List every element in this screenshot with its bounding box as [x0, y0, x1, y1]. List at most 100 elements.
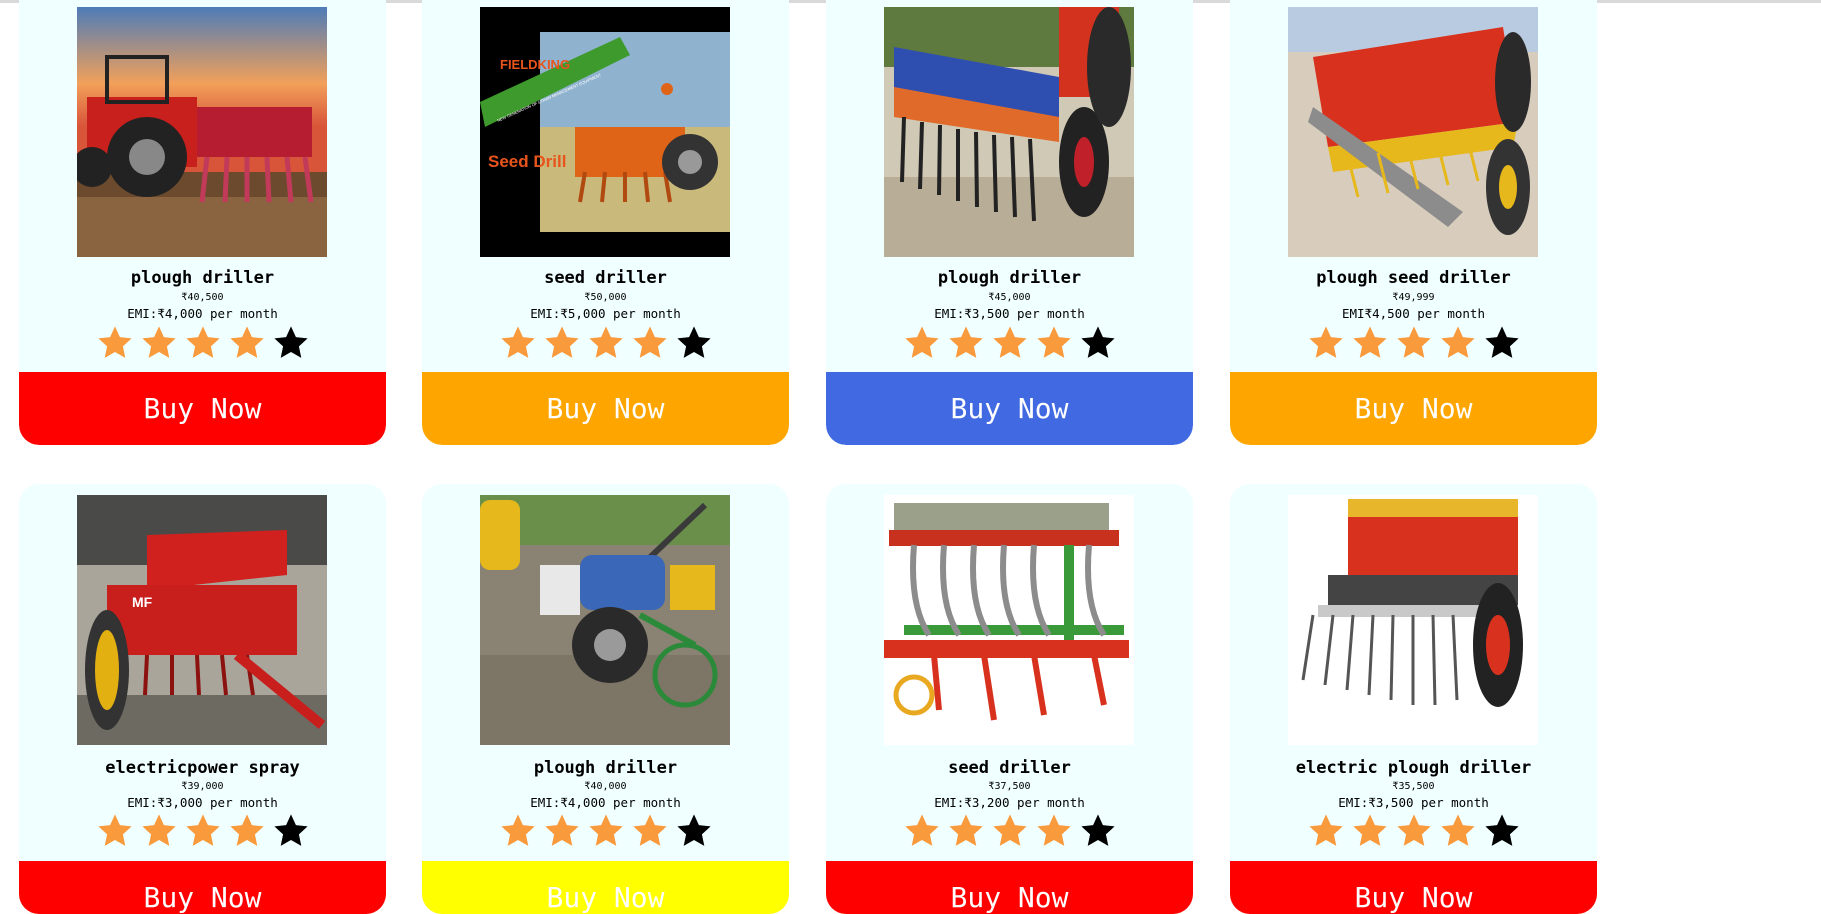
- product-card: MF electricpower spray ₹39,000 EMI:₹3,00…: [19, 484, 386, 914]
- star-filled-icon: [544, 326, 579, 358]
- product-emi: EMI:₹5,000 per month: [530, 306, 681, 321]
- star-filled-icon: [1352, 814, 1387, 846]
- product-image: [1288, 7, 1538, 257]
- buy-now-button[interactable]: Buy Now: [1230, 372, 1597, 445]
- star-rating: [826, 324, 1193, 362]
- product-price: ₹40,000: [584, 781, 627, 792]
- star-empty-icon: [1484, 326, 1519, 358]
- star-filled-icon: [632, 326, 667, 358]
- product-price: ₹49,999: [1392, 292, 1435, 303]
- buy-now-button[interactable]: Buy Now: [826, 861, 1193, 914]
- product-price: ₹50,000: [584, 292, 627, 303]
- star-filled-icon: [229, 326, 264, 358]
- star-filled-icon: [185, 814, 220, 846]
- product-name: plough driller: [533, 758, 678, 778]
- star-rating: [826, 812, 1193, 850]
- product-image: [1288, 495, 1538, 745]
- star-filled-icon: [97, 326, 132, 358]
- star-filled-icon: [588, 326, 623, 358]
- product-emi: EMI:₹3,200 per month: [934, 795, 1085, 810]
- star-empty-icon: [1484, 814, 1519, 846]
- star-filled-icon: [1036, 326, 1071, 358]
- product-emi: EMI:₹4,000 per month: [127, 306, 278, 321]
- buy-now-button[interactable]: Buy Now: [19, 372, 386, 445]
- buy-now-button[interactable]: Buy Now: [422, 372, 789, 445]
- product-price: ₹37,500: [988, 781, 1031, 792]
- product-image: MF: [77, 495, 327, 745]
- star-filled-icon: [544, 814, 579, 846]
- product-image: FIELDKING NEW GENERATION OF STRAW MANAGE…: [480, 7, 730, 257]
- product-name: seed driller: [948, 758, 1071, 778]
- image-caption: Seed Drill: [488, 152, 566, 171]
- star-empty-icon: [1080, 814, 1115, 846]
- star-rating: [422, 812, 789, 850]
- star-filled-icon: [1308, 814, 1343, 846]
- product-emi: EMI₹4,500 per month: [1342, 306, 1485, 321]
- buy-now-button[interactable]: Buy Now: [19, 861, 386, 914]
- star-filled-icon: [904, 326, 939, 358]
- star-filled-icon: [948, 814, 983, 846]
- star-empty-icon: [273, 814, 308, 846]
- product-price: ₹40,500: [181, 292, 224, 303]
- star-rating: [19, 812, 386, 850]
- product-image: [480, 495, 730, 745]
- star-filled-icon: [1352, 326, 1387, 358]
- product-card: electric plough driller ₹35,500 EMI:₹3,5…: [1230, 484, 1597, 914]
- star-filled-icon: [1308, 326, 1343, 358]
- product-name: seed driller: [544, 268, 667, 288]
- product-name: plough driller: [130, 268, 275, 288]
- star-empty-icon: [676, 814, 711, 846]
- buy-now-button[interactable]: Buy Now: [1230, 861, 1597, 914]
- star-filled-icon: [992, 326, 1027, 358]
- product-image: [77, 7, 327, 257]
- product-emi: EMI:₹3,000 per month: [127, 795, 278, 810]
- product-image: [884, 495, 1134, 745]
- star-empty-icon: [1080, 326, 1115, 358]
- star-filled-icon: [1440, 326, 1475, 358]
- star-filled-icon: [500, 326, 535, 358]
- star-filled-icon: [97, 814, 132, 846]
- buy-now-button[interactable]: Buy Now: [826, 372, 1193, 445]
- product-emi: EMI:₹4,000 per month: [530, 795, 681, 810]
- product-image: [884, 7, 1134, 257]
- brand-text: FIELDKING: [500, 57, 570, 72]
- product-name: electric plough driller: [1295, 758, 1532, 778]
- star-filled-icon: [588, 814, 623, 846]
- star-empty-icon: [273, 326, 308, 358]
- product-card: plough driller ₹45,000 EMI:₹3,500 per mo…: [826, 0, 1193, 445]
- star-filled-icon: [992, 814, 1027, 846]
- star-filled-icon: [632, 814, 667, 846]
- star-filled-icon: [141, 814, 176, 846]
- product-card: FIELDKING NEW GENERATION OF STRAW MANAGE…: [422, 0, 789, 445]
- star-empty-icon: [676, 326, 711, 358]
- product-price: ₹45,000: [988, 292, 1031, 303]
- star-filled-icon: [500, 814, 535, 846]
- image-badge: MF: [132, 594, 153, 610]
- product-price: ₹39,000: [181, 781, 224, 792]
- product-card: seed driller ₹37,500 EMI:₹3,200 per mont…: [826, 484, 1193, 914]
- star-filled-icon: [1396, 814, 1431, 846]
- star-filled-icon: [141, 326, 176, 358]
- star-rating: [1230, 812, 1597, 850]
- product-emi: EMI:₹3,500 per month: [934, 306, 1085, 321]
- star-rating: [422, 324, 789, 362]
- product-grid: plough driller ₹40,500 EMI:₹4,000 per mo…: [0, 0, 1821, 914]
- product-emi: EMI:₹3,500 per month: [1338, 795, 1489, 810]
- star-rating: [19, 324, 386, 362]
- product-name: plough seed driller: [1316, 268, 1511, 288]
- product-card: plough driller ₹40,500 EMI:₹4,000 per mo…: [19, 0, 386, 445]
- star-filled-icon: [1036, 814, 1071, 846]
- product-name: plough driller: [937, 268, 1082, 288]
- star-filled-icon: [1396, 326, 1431, 358]
- buy-now-button[interactable]: Buy Now: [422, 861, 789, 914]
- product-price: ₹35,500: [1392, 781, 1435, 792]
- product-card: plough driller ₹40,000 EMI:₹4,000 per mo…: [422, 484, 789, 914]
- star-filled-icon: [948, 326, 983, 358]
- star-filled-icon: [229, 814, 264, 846]
- star-rating: [1230, 324, 1597, 362]
- product-name: electricpower spray: [105, 758, 300, 778]
- star-filled-icon: [185, 326, 220, 358]
- star-filled-icon: [1440, 814, 1475, 846]
- star-filled-icon: [904, 814, 939, 846]
- product-card: plough seed driller ₹49,999 EMI₹4,500 pe…: [1230, 0, 1597, 445]
